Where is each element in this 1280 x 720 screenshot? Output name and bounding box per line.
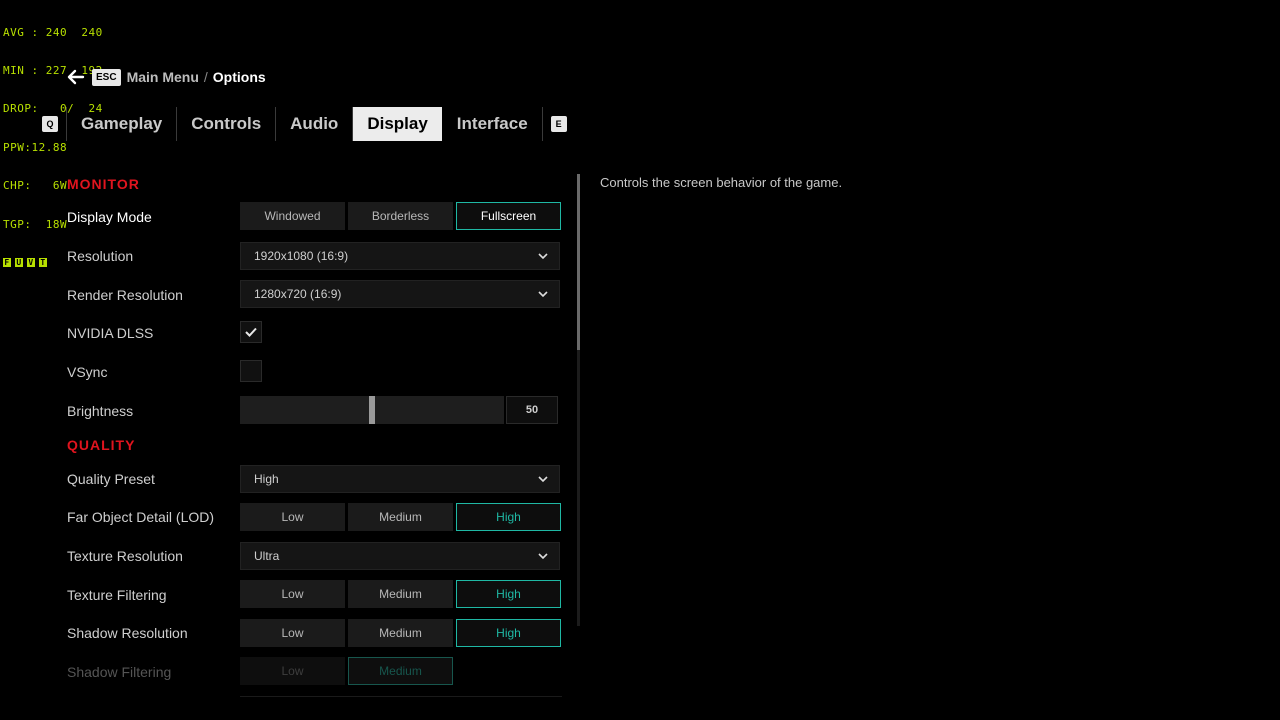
quality-preset-label: Quality Preset [67, 471, 155, 487]
shadow-resolution-high[interactable]: High [456, 619, 561, 647]
texture-resolution-label: Texture Resolution [67, 548, 183, 564]
chevron-down-icon [538, 476, 548, 483]
far-object-detail-label: Far Object Detail (LOD) [67, 509, 215, 525]
chevron-down-icon [538, 553, 548, 560]
shadow-filtering-medium[interactable]: Medium [348, 657, 453, 685]
resolution-value: 1920x1080 (16:9) [254, 249, 349, 263]
render-resolution-label: Render Resolution [67, 287, 183, 303]
dlss-label: NVIDIA DLSS [67, 325, 154, 341]
quality-preset-value: High [254, 472, 279, 486]
shadow-filtering-label: Shadow Filtering [67, 664, 172, 680]
display-mode-borderless[interactable]: Borderless [348, 202, 453, 230]
texture-resolution-dropdown[interactable]: Ultra [240, 542, 560, 570]
settings-list: MONITOR Display Mode Windowed Borderless… [0, 0, 580, 720]
shadow-resolution-selector: Low Medium High [240, 619, 561, 647]
texture-filtering-medium[interactable]: Medium [348, 580, 453, 608]
quality-preset-dropdown[interactable]: High [240, 465, 560, 493]
chevron-down-icon [538, 253, 548, 260]
vsync-label: VSync [67, 364, 108, 380]
brightness-label: Brightness [67, 403, 134, 419]
texture-resolution-value: Ultra [254, 549, 280, 563]
display-mode-fullscreen[interactable]: Fullscreen [456, 202, 561, 230]
far-object-detail-selector: Low Medium High [240, 503, 561, 531]
settings-scrollbar[interactable] [577, 174, 580, 626]
section-quality: QUALITY [67, 437, 136, 453]
settings-scrollbar-thumb[interactable] [577, 174, 580, 350]
far-object-detail-high[interactable]: High [456, 503, 561, 531]
texture-filtering-high[interactable]: High [456, 580, 561, 608]
shadow-filtering-selector: Low Medium [240, 657, 453, 685]
chevron-down-icon [538, 291, 548, 298]
texture-filtering-label: Texture Filtering [67, 587, 167, 603]
vsync-checkbox[interactable] [240, 360, 262, 382]
render-resolution-dropdown[interactable]: 1280x720 (16:9) [240, 280, 560, 308]
shadow-resolution-low[interactable]: Low [240, 619, 345, 647]
far-object-detail-low[interactable]: Low [240, 503, 345, 531]
display-mode-windowed[interactable]: Windowed [240, 202, 345, 230]
display-mode-selector: Windowed Borderless Fullscreen [240, 202, 561, 230]
setting-description: Controls the screen behavior of the game… [600, 175, 843, 190]
far-object-detail-medium[interactable]: Medium [348, 503, 453, 531]
texture-filtering-low[interactable]: Low [240, 580, 345, 608]
brightness-slider[interactable] [240, 396, 504, 424]
next-setting-row-edge [240, 696, 562, 697]
resolution-dropdown[interactable]: 1920x1080 (16:9) [240, 242, 560, 270]
shadow-resolution-label: Shadow Resolution [67, 625, 188, 641]
resolution-label: Resolution [67, 248, 134, 264]
checkmark-icon [245, 327, 257, 337]
display-mode-label: Display Mode [67, 209, 152, 225]
shadow-filtering-low[interactable]: Low [240, 657, 345, 685]
shadow-resolution-medium[interactable]: Medium [348, 619, 453, 647]
dlss-checkbox[interactable] [240, 321, 262, 343]
section-monitor: MONITOR [67, 176, 140, 192]
brightness-slider-thumb[interactable] [369, 396, 375, 424]
texture-filtering-selector: Low Medium High [240, 580, 561, 608]
brightness-value[interactable]: 50 [506, 396, 558, 424]
render-resolution-value: 1280x720 (16:9) [254, 287, 342, 301]
